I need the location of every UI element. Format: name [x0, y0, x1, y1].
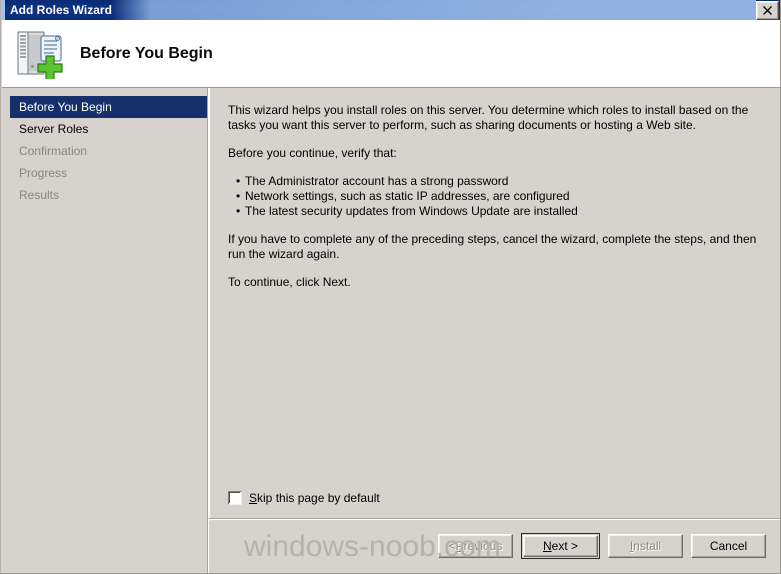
prerequisite-list: The Administrator account has a strong p…: [228, 174, 767, 219]
skip-page-checkbox-row[interactable]: Skip this page by default: [228, 491, 380, 505]
cancel-note-paragraph: If you have to complete any of the prece…: [228, 232, 757, 261]
previous-button-prefix: <: [448, 539, 456, 553]
list-item: The Administrator account has a strong p…: [236, 174, 767, 189]
cancel-button-label: Cancel: [709, 539, 748, 553]
title-bar-filler: [111, 0, 756, 20]
next-button-inner: Next >: [523, 535, 598, 557]
page-title: Before You Begin: [80, 44, 213, 62]
intro-paragraph: This wizard helps you install roles on t…: [228, 103, 749, 132]
add-roles-wizard-window: Add Roles Wizard Before You Begin Before…: [0, 0, 781, 574]
install-button-rest: nstall: [633, 539, 662, 553]
title-bar: Add Roles Wizard: [1, 0, 780, 20]
next-button[interactable]: Next >: [521, 533, 600, 559]
previous-button-rest: revious: [463, 539, 503, 553]
window-title: Add Roles Wizard: [10, 3, 112, 17]
server-add-icon-glyph: [17, 31, 63, 81]
list-item: Network settings, such as static IP addr…: [236, 189, 767, 204]
sidebar-item-label: Server Roles: [19, 122, 89, 136]
sidebar-item-label: Before You Begin: [19, 100, 112, 114]
wizard-steps-sidebar: Before You Begin Server Roles Confirmati…: [2, 88, 207, 573]
skip-label-rest: kip this page by default: [257, 491, 380, 505]
sidebar-item-progress: Progress: [10, 162, 207, 184]
wizard-header: Before You Begin: [2, 20, 780, 88]
previous-button: < Previous: [438, 534, 513, 558]
verify-heading: Before you continue, verify that:: [228, 146, 397, 160]
wizard-footer: < Previous Next > Install Cancel: [209, 521, 780, 573]
content-text-area: This wizard helps you install roles on t…: [210, 88, 780, 517]
sidebar-item-label: Results: [19, 188, 60, 202]
wizard-button-row: < Previous Next > Install Cancel: [438, 533, 766, 559]
wizard-content-pane: This wizard helps you install roles on t…: [210, 88, 780, 573]
list-item: The latest security updates from Windows…: [236, 204, 767, 219]
sidebar-item-server-roles[interactable]: Server Roles: [10, 118, 207, 140]
wizard-body: Before You Begin Server Roles Confirmati…: [2, 88, 780, 573]
continue-note-paragraph: To continue, click Next.: [228, 275, 351, 289]
next-accel-char: N: [542, 539, 552, 553]
sidebar-item-confirmation: Confirmation: [10, 140, 207, 162]
close-icon[interactable]: [756, 0, 779, 20]
install-button: Install: [608, 534, 683, 558]
sidebar-item-label: Progress: [19, 166, 68, 180]
sidebar-item-results: Results: [10, 184, 207, 206]
wizard-steps-list: Before You Begin Server Roles Confirmati…: [2, 88, 207, 206]
skip-accel-char: S: [249, 491, 258, 505]
sidebar-item-label: Confirmation: [19, 144, 88, 158]
skip-page-checkbox[interactable]: [228, 491, 242, 505]
next-button-rest: ext >: [551, 539, 579, 553]
cancel-button[interactable]: Cancel: [691, 534, 766, 558]
footer-divider: [209, 518, 780, 520]
server-add-icon: [14, 29, 70, 81]
sidebar-item-before-you-begin[interactable]: Before You Begin: [10, 96, 207, 118]
skip-page-checkbox-label: Skip this page by default: [249, 491, 380, 505]
close-glyph: [763, 5, 772, 15]
previous-accel-char: P: [455, 539, 464, 553]
